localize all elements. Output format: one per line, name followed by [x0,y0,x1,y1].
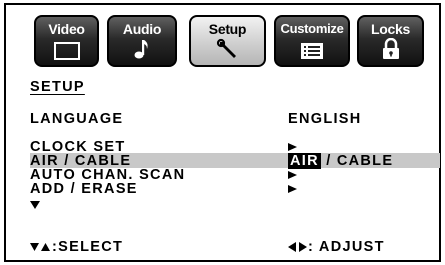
menu-item-air-cable[interactable]: AIR / CABLE [30,154,131,169]
tab-customize[interactable]: Customize [274,15,350,67]
up-down-arrows-icon [30,243,50,252]
wrench-icon [216,38,240,60]
right-arrow-icon [288,185,297,194]
tab-locks[interactable]: Locks [357,15,424,67]
clock-set-arrow[interactable] [288,140,297,154]
padlock-icon [381,38,401,60]
menu-item-language[interactable]: LANGUAGE [30,112,123,127]
tab-setup[interactable]: Setup [189,15,266,67]
screen-icon [53,42,80,60]
menu-item-clock-set[interactable]: CLOCK SET [30,140,125,155]
air-cable-other-option[interactable]: / CABLE [321,153,393,169]
select-hint-text: :SELECT [52,239,124,255]
air-cable-value[interactable]: AIR / CABLE [288,153,393,169]
tab-audio[interactable]: Audio [107,15,177,67]
list-icon [300,42,324,60]
right-arrow-icon [288,171,297,180]
right-arrow-icon [288,143,297,152]
tab-video-label: Video [48,21,85,37]
more-items-indicator[interactable] [30,198,40,212]
music-note-icon [134,38,150,60]
left-right-arrows-icon [288,242,307,253]
down-arrow-icon [30,201,40,209]
auto-scan-arrow[interactable] [288,168,297,182]
section-title: SETUP [30,79,85,95]
footer-adjust-hint: : ADJUST [288,240,385,254]
tab-video[interactable]: Video [34,15,99,67]
footer-select-hint: :SELECT [30,240,123,254]
tab-setup-label: Setup [208,21,247,37]
menu-item-add-erase[interactable]: ADD / ERASE [30,182,138,197]
language-value[interactable]: ENGLISH [288,112,362,127]
add-erase-arrow[interactable] [288,182,297,196]
air-cable-selected-option[interactable]: AIR [288,153,321,169]
tab-customize-label: Customize [280,21,344,36]
osd-menu-frame: Video Audio Setup Customize Locks SETUP … [4,3,441,262]
tab-locks-label: Locks [371,21,410,37]
adjust-hint-text: : ADJUST [308,239,385,255]
tab-audio-label: Audio [122,21,162,37]
menu-item-auto-chan-scan[interactable]: AUTO CHAN. SCAN [30,168,185,183]
